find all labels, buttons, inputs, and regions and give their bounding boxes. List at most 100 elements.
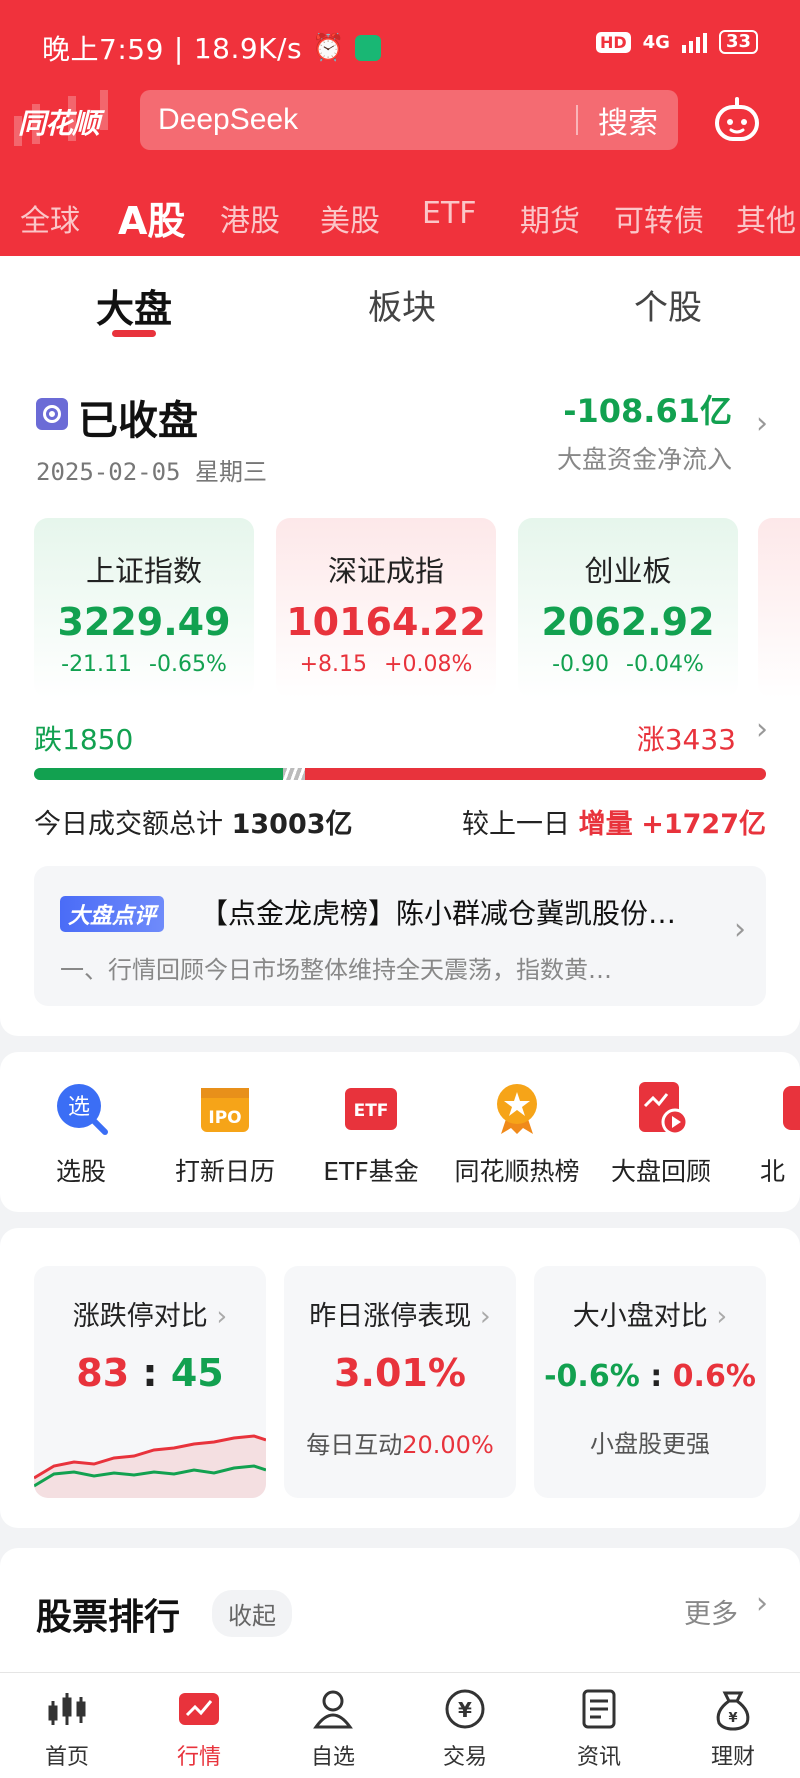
search-bar[interactable]: 搜索 — [140, 90, 678, 150]
status-speed: 18.9K/s — [193, 31, 303, 65]
hd-icon: HD — [595, 31, 631, 53]
alarm-icon: ⏰ — [312, 33, 345, 63]
search-input[interactable] — [140, 103, 576, 137]
battery-icon: 33 — [718, 30, 758, 54]
nav-market[interactable]: 行情 — [154, 1687, 244, 1771]
breadth-bar-rise — [305, 768, 766, 780]
ranking-title: 股票排行 — [36, 1597, 181, 1638]
market-closed-icon — [36, 398, 68, 430]
collapse-button[interactable]: 收起 — [212, 1590, 292, 1637]
tab-global[interactable]: 全球 — [20, 196, 80, 240]
tool-hot-rank[interactable]: 同花顺热榜 — [452, 1080, 582, 1188]
sub-tabs: 大盘 板块 个股 — [0, 270, 800, 333]
index-cards: 上证指数 3229.49 -21.11 -0.65% 深证成指 10164.22… — [34, 518, 800, 698]
stat-yesterday-limit[interactable]: 昨日涨停表现 › 3.01% 每日互动20.00% — [284, 1266, 516, 1498]
index-name: 深证成指 — [327, 554, 444, 588]
market-review-play-icon — [639, 1082, 689, 1136]
bottom-nav: 首页 行情 自选 ¥ 交易 资讯 ¥ 理财 — [0, 1672, 800, 1778]
index-change: -21.11 -0.65% — [61, 652, 227, 677]
signal-icon — [681, 31, 707, 53]
market-review-card[interactable]: 大盘点评 【点金龙虎榜】陈小群减仓冀凯股份… 一、行情回顾今日市场整体维持全天震… — [34, 866, 766, 1006]
subtab-stocks[interactable]: 个股 — [634, 280, 702, 329]
tool-stock-picker[interactable]: 选 选股 — [36, 1080, 126, 1188]
tab-convertible[interactable]: 可转债 — [614, 196, 704, 240]
nav-trade[interactable]: ¥ 交易 — [420, 1687, 510, 1771]
news-doc-icon — [582, 1689, 616, 1729]
review-title: 【点金龙虎榜】陈小群减仓冀凯股份… — [200, 897, 677, 930]
home-candles-icon — [48, 1693, 86, 1725]
tab-futures[interactable]: 期货 — [520, 196, 580, 240]
breadth-bar — [34, 768, 766, 780]
stat-yesterday-value: 3.01% — [334, 1351, 466, 1395]
wealth-bag-icon: ¥ — [716, 1691, 750, 1731]
status-time: 晚上7:59 — [42, 33, 164, 66]
app-logo[interactable]: 同花顺 — [18, 102, 100, 142]
nav-news[interactable]: 资讯 — [554, 1687, 644, 1771]
chevron-right-icon[interactable]: › — [756, 406, 768, 441]
network-label: 4G — [642, 31, 670, 53]
svg-text:IPO: IPO — [208, 1108, 241, 1128]
rise-count[interactable]: 涨3433 — [637, 718, 736, 758]
chevron-right-icon[interactable]: › — [756, 1586, 768, 1621]
index-value: 3229.49 — [57, 600, 231, 644]
index-card-partial[interactable] — [758, 518, 800, 698]
stat-limit-value: 83 : 45 — [76, 1351, 224, 1395]
robot-assistant-icon[interactable] — [712, 96, 762, 146]
search-button[interactable]: 搜索 — [578, 98, 678, 142]
stat-title: 大小盘对比 › — [572, 1301, 728, 1332]
tool-partial[interactable]: 北 — [760, 1080, 800, 1188]
index-value: 2062.92 — [541, 600, 715, 644]
index-card-sz[interactable]: 深证成指 10164.22 +8.15 +0.08% — [276, 518, 496, 698]
subtab-sectors[interactable]: 板块 — [368, 280, 436, 329]
watchlist-person-icon — [313, 1690, 353, 1729]
tool-ipo-calendar[interactable]: IPO 打新日历 — [170, 1080, 280, 1188]
subtab-overview[interactable]: 大盘 — [96, 278, 172, 333]
tab-a-shares[interactable]: A股 — [118, 190, 185, 245]
stat-yesterday-note: 每日互动20.00% — [306, 1431, 494, 1459]
ipo-calendar-icon: IPO — [201, 1088, 249, 1132]
nav-watchlist[interactable]: 自选 — [288, 1687, 378, 1771]
trade-yuan-icon: ¥ — [445, 1689, 485, 1729]
market-chart-icon — [179, 1693, 219, 1725]
limit-trend-sparkline — [34, 1434, 266, 1498]
svg-text:ETF: ETF — [354, 1101, 389, 1121]
net-inflow-value[interactable]: -108.61亿 — [563, 386, 732, 432]
turnover-compare: 较上一日 增量 +1727亿 — [462, 809, 766, 840]
nav-wealth[interactable]: ¥ 理财 — [688, 1687, 778, 1771]
nav-home[interactable]: 首页 — [22, 1687, 112, 1771]
review-badge: 大盘点评 — [60, 896, 165, 932]
breadth-bar-flat — [283, 768, 305, 780]
partial-icon — [783, 1086, 800, 1130]
stat-size-value: -0.6% : 0.6% — [544, 1359, 756, 1394]
stat-limit-compare[interactable]: 涨跌停对比 › 83 : 45 — [34, 1266, 266, 1498]
breadth-bar-fall — [34, 768, 283, 780]
index-card-cyb[interactable]: 创业板 2062.92 -0.90 -0.04% — [518, 518, 738, 698]
stat-size-compare[interactable]: 大小盘对比 › -0.6% : 0.6% 小盘股更强 — [534, 1266, 766, 1498]
review-desc: 一、行情回顾今日市场整体维持全天震荡，指数黄… — [60, 956, 612, 984]
index-name: 上证指数 — [85, 554, 202, 588]
tab-us[interactable]: 美股 — [320, 196, 380, 240]
magnifier-select-icon: 选 — [57, 1084, 108, 1135]
tab-other[interactable]: 其他 — [736, 196, 796, 240]
market-status: 已收盘 — [78, 398, 198, 444]
svg-text:¥: ¥ — [458, 1698, 472, 1722]
stat-size-note: 小盘股更强 — [590, 1430, 710, 1458]
index-change: +8.15 +0.08% — [299, 652, 473, 677]
tool-market-review[interactable]: 大盘回顾 — [606, 1080, 716, 1188]
status-bar-left: 晚上7:59 | 18.9K/s ⏰ — [42, 28, 381, 68]
chevron-right-icon[interactable]: › — [756, 712, 768, 747]
tool-etf[interactable]: ETF ETF基金 — [316, 1080, 426, 1188]
stat-title: 涨跌停对比 › — [72, 1301, 228, 1332]
hot-rank-medal-icon — [497, 1084, 537, 1134]
index-card-sh[interactable]: 上证指数 3229.49 -21.11 -0.65% — [34, 518, 254, 698]
app-header: 晚上7:59 | 18.9K/s ⏰ HD 4G 33 同花顺 搜索 全球 A股… — [0, 0, 800, 256]
svg-text:¥: ¥ — [728, 1711, 737, 1726]
status-bar-right: HD 4G 33 — [595, 30, 758, 54]
index-name: 创业板 — [584, 554, 672, 588]
more-link[interactable]: 更多 — [684, 1592, 738, 1631]
quick-tools: 选 选股 IPO 打新日历 ETF ETF基金 同花顺热榜 大盘回顾 北 — [0, 1052, 800, 1212]
tab-etf[interactable]: ETF — [422, 196, 477, 231]
market-overview-panel: 大盘 板块 个股 已收盘 2025-02-05 星期三 -108.61亿 大盘资… — [0, 256, 800, 1036]
tab-hk[interactable]: 港股 — [220, 196, 280, 240]
shield-icon — [354, 35, 381, 61]
